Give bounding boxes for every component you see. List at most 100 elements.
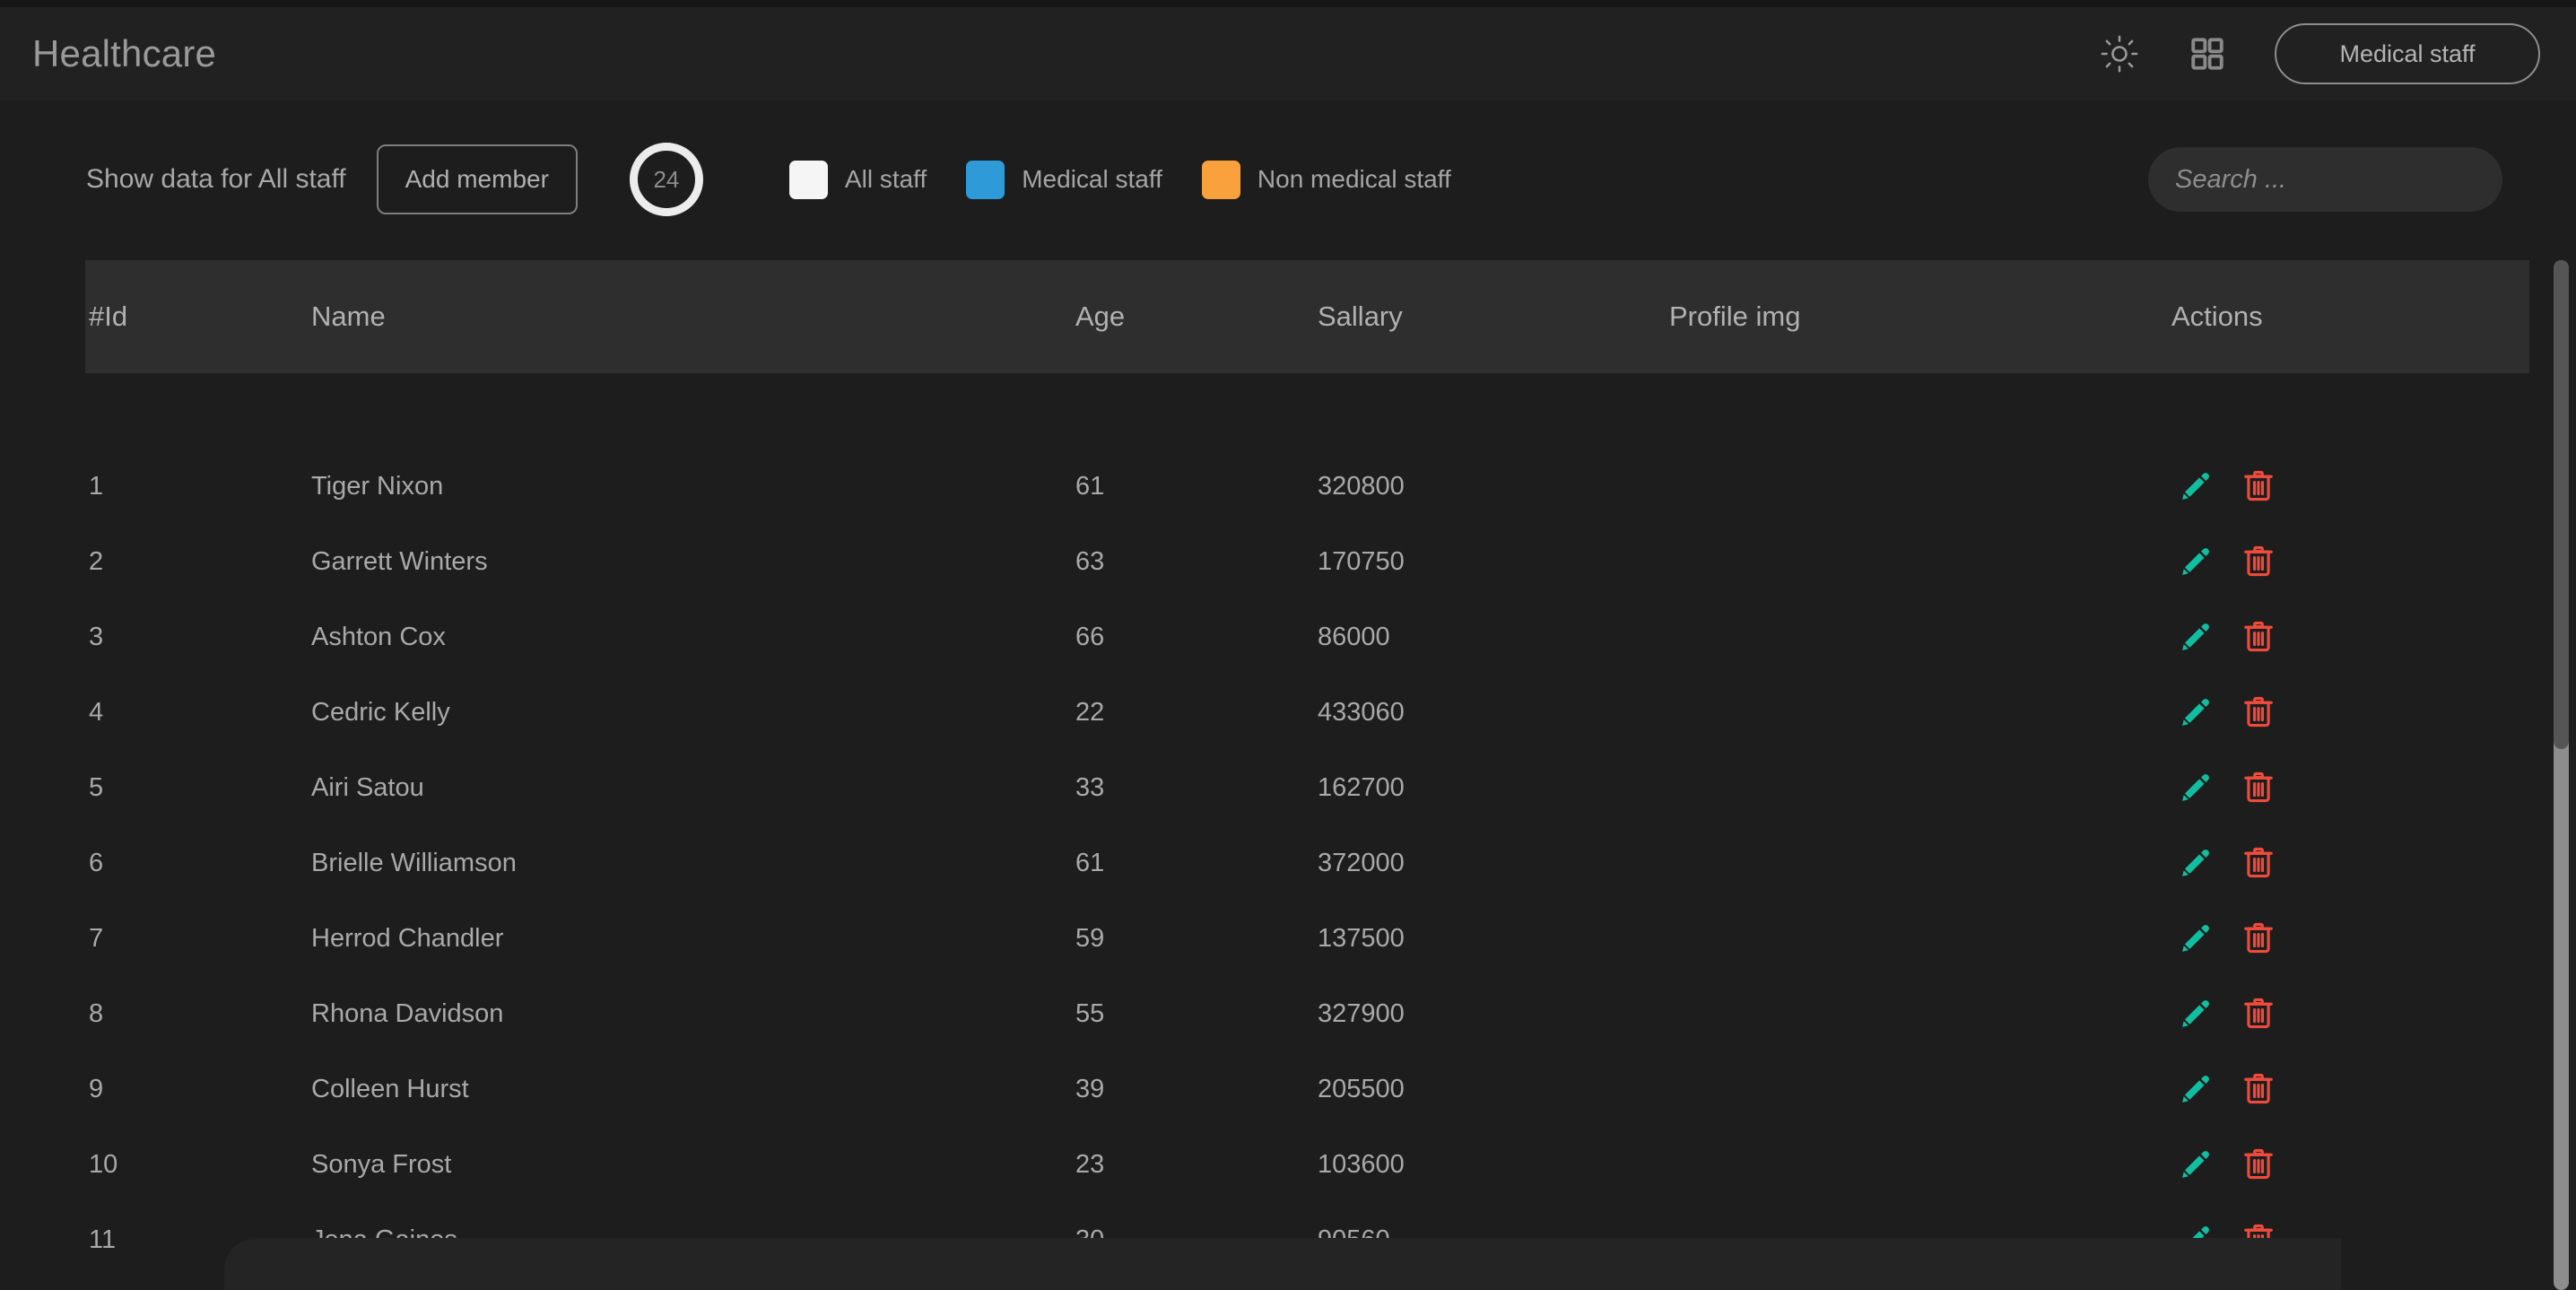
cell-name: Colleen Hurst [311, 1075, 1075, 1104]
trash-icon[interactable] [2241, 997, 2276, 1031]
scrollbar-thumb[interactable] [2554, 260, 2569, 749]
pencil-icon[interactable] [2179, 1147, 2213, 1181]
cell-salary: 433060 [1318, 698, 1669, 728]
edit-button[interactable] [2179, 997, 2213, 1031]
pencil-icon[interactable] [2179, 771, 2213, 805]
table-row[interactable]: 4Cedric Kelly22433060 [85, 675, 2529, 750]
cell-id: 6 [85, 849, 311, 878]
cell-name: Sonya Frost [311, 1150, 1075, 1180]
cell-age: 22 [1075, 698, 1318, 728]
pencil-icon[interactable] [2179, 695, 2213, 729]
column-header-age[interactable]: Age [1075, 301, 1318, 333]
count-badge: 24 [630, 143, 703, 216]
cell-age: 66 [1075, 623, 1318, 652]
show-data-label: Show data for All staff [86, 164, 346, 195]
cell-name: Tiger Nixon [311, 472, 1075, 501]
column-header-id[interactable]: #Id [85, 301, 311, 333]
delete-button[interactable] [2241, 469, 2276, 503]
trash-icon[interactable] [2241, 545, 2276, 579]
cell-id: 3 [85, 623, 311, 652]
cell-actions [2171, 997, 2529, 1031]
edit-button[interactable] [2179, 695, 2213, 729]
cell-name: Ashton Cox [311, 623, 1075, 652]
table-header-row: #Id Name Age Sallary Profile img Actions [85, 260, 2529, 373]
edit-button[interactable] [2179, 545, 2213, 579]
legend-swatch-icon [966, 161, 1005, 199]
add-member-button[interactable]: Add member [377, 144, 578, 214]
delete-button[interactable] [2241, 997, 2276, 1031]
search-input[interactable] [2148, 147, 2502, 212]
cell-id: 7 [85, 924, 311, 954]
table-row[interactable]: 5Airi Satou33162700 [85, 750, 2529, 825]
delete-button[interactable] [2241, 545, 2276, 579]
edit-button[interactable] [2179, 921, 2213, 955]
table-row[interactable]: 8Rhona Davidson55327900 [85, 976, 2529, 1051]
cell-salary: 86000 [1318, 623, 1669, 652]
trash-icon[interactable] [2241, 846, 2276, 880]
trash-icon[interactable] [2241, 771, 2276, 805]
edit-button[interactable] [2179, 469, 2213, 503]
search-container [2148, 147, 2502, 212]
cell-name: Herrod Chandler [311, 924, 1075, 954]
vertical-scrollbar[interactable] [2554, 260, 2569, 1290]
table-row[interactable]: 9Colleen Hurst39205500 [85, 1051, 2529, 1127]
table-row[interactable]: 7Herrod Chandler59137500 [85, 901, 2529, 976]
delete-button[interactable] [2241, 620, 2276, 654]
table-row[interactable]: 3Ashton Cox6686000 [85, 599, 2529, 675]
trash-icon[interactable] [2241, 620, 2276, 654]
legend-label: Non medical staff [1258, 165, 1451, 194]
pencil-icon[interactable] [2179, 469, 2213, 503]
cell-age: 61 [1075, 472, 1318, 501]
page-title: Healthcare [32, 32, 216, 75]
cell-actions [2171, 921, 2529, 955]
cell-salary: 103600 [1318, 1150, 1669, 1180]
legend-item-medical-staff[interactable]: Medical staff [966, 161, 1162, 199]
cell-salary: 327900 [1318, 999, 1669, 1029]
delete-button[interactable] [2241, 921, 2276, 955]
cell-age: 23 [1075, 1150, 1318, 1180]
trash-icon[interactable] [2241, 1147, 2276, 1181]
toolbar: Show data for All staff Add member 24 Al… [0, 126, 2576, 233]
delete-button[interactable] [2241, 771, 2276, 805]
table-row[interactable]: 1Tiger Nixon61320800 [85, 449, 2529, 524]
trash-icon[interactable] [2241, 695, 2276, 729]
legend-item-non-medical-staff[interactable]: Non medical staff [1202, 161, 1451, 199]
edit-button[interactable] [2179, 1147, 2213, 1181]
edit-button[interactable] [2179, 620, 2213, 654]
pencil-icon[interactable] [2179, 620, 2213, 654]
cell-name: Garrett Winters [311, 547, 1075, 577]
grid-icon[interactable] [2187, 33, 2228, 74]
column-header-name[interactable]: Name [311, 301, 1075, 333]
cell-salary: 137500 [1318, 924, 1669, 954]
header-actions: Medical staff [2099, 23, 2540, 84]
edit-button[interactable] [2179, 771, 2213, 805]
pencil-icon[interactable] [2179, 846, 2213, 880]
delete-button[interactable] [2241, 1147, 2276, 1181]
pencil-icon[interactable] [2179, 1072, 2213, 1106]
cell-id: 2 [85, 547, 311, 577]
medical-staff-button[interactable]: Medical staff [2275, 23, 2540, 84]
trash-icon[interactable] [2241, 469, 2276, 503]
column-header-salary[interactable]: Sallary [1318, 301, 1669, 333]
delete-button[interactable] [2241, 1072, 2276, 1106]
brightness-icon[interactable] [2099, 33, 2140, 74]
legend-item-all-staff[interactable]: All staff [789, 161, 927, 199]
trash-icon[interactable] [2241, 921, 2276, 955]
delete-button[interactable] [2241, 846, 2276, 880]
cell-actions [2171, 1072, 2529, 1106]
pencil-icon[interactable] [2179, 997, 2213, 1031]
legend-label: Medical staff [1022, 165, 1162, 194]
trash-icon[interactable] [2241, 1072, 2276, 1106]
edit-button[interactable] [2179, 846, 2213, 880]
pencil-icon[interactable] [2179, 545, 2213, 579]
delete-button[interactable] [2241, 695, 2276, 729]
cell-salary: 205500 [1318, 1075, 1669, 1104]
column-header-profile[interactable]: Profile img [1669, 301, 2171, 333]
table-row[interactable]: 6Brielle Williamson61372000 [85, 825, 2529, 901]
cell-age: 63 [1075, 547, 1318, 577]
table-row[interactable]: 2Garrett Winters63170750 [85, 524, 2529, 599]
cell-id: 1 [85, 472, 311, 501]
edit-button[interactable] [2179, 1072, 2213, 1106]
table-row[interactable]: 10Sonya Frost23103600 [85, 1127, 2529, 1202]
pencil-icon[interactable] [2179, 921, 2213, 955]
